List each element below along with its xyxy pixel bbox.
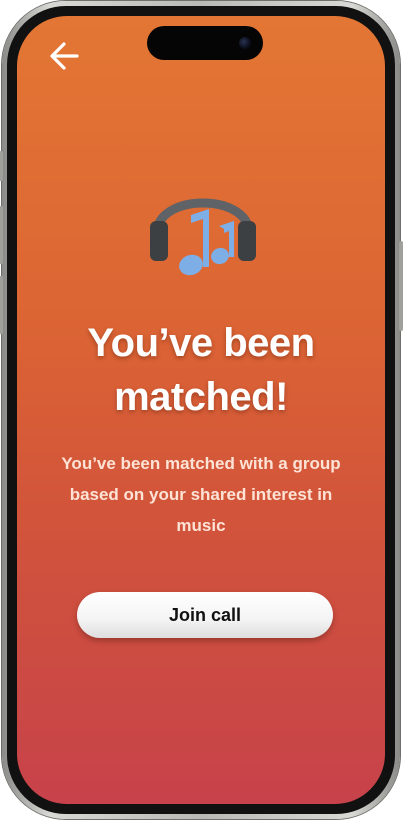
power-button: [399, 241, 403, 331]
match-description-line-1: You’ve been matched with a group: [61, 454, 341, 473]
match-description-line-2: based on your shared interest in: [69, 485, 333, 504]
left-earcup: [150, 221, 168, 261]
page-title: You’ve been matched!: [17, 316, 385, 424]
dynamic-island: [147, 26, 263, 60]
arrow-left-icon: [50, 42, 79, 70]
page-title-line-1: You’ve been: [87, 321, 315, 365]
music-note-small: [211, 221, 234, 265]
screen: You’ve been matched! You’ve been matched…: [17, 16, 385, 804]
volume-up-button: [0, 206, 3, 264]
match-description-line-3: music: [176, 516, 226, 535]
music-note-large: [179, 209, 209, 276]
back-button[interactable]: [45, 38, 85, 74]
right-earcup: [238, 221, 256, 261]
match-description: You’ve been matched with a group based o…: [47, 448, 355, 541]
headphones-music-icon: [150, 198, 256, 276]
volume-down-button: [0, 276, 3, 334]
action-button: [0, 151, 3, 181]
front-camera-icon: [239, 37, 251, 49]
join-call-button[interactable]: Join call: [77, 592, 333, 638]
page-title-line-2: matched!: [114, 375, 288, 419]
phone-frame: You’ve been matched! You’ve been matched…: [0, 1, 403, 819]
